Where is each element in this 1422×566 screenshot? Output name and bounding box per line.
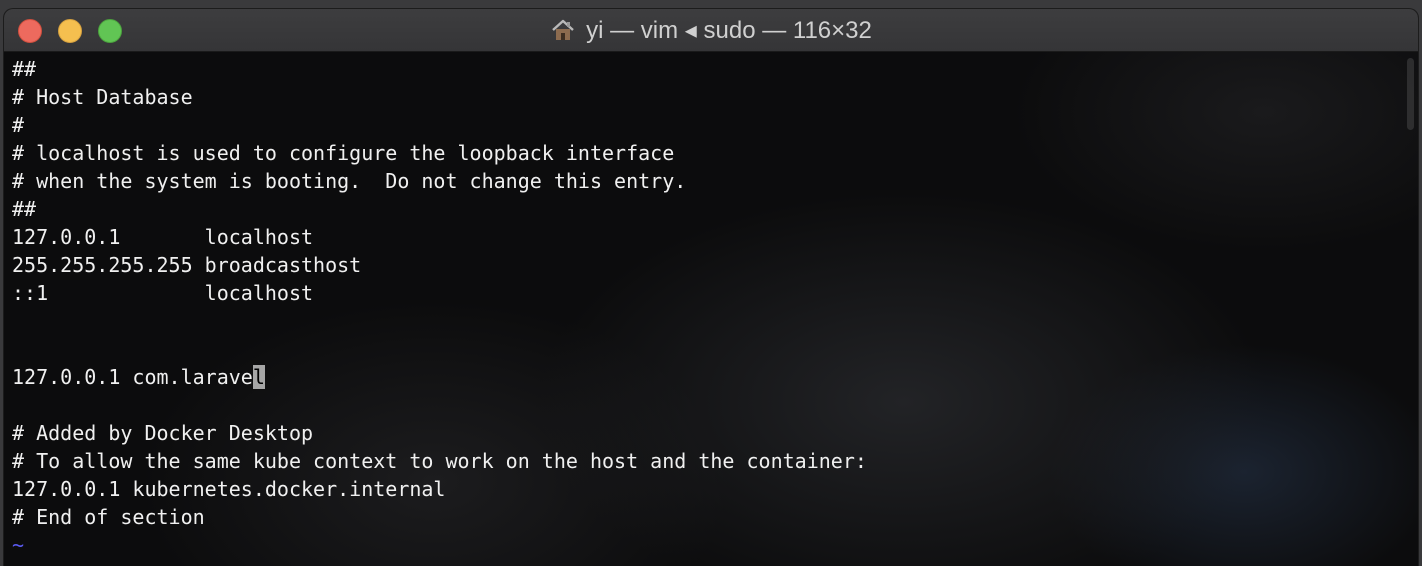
buffer-line-text: 127.0.0.1 com.larave [12,365,253,389]
buffer-line: # localhost is used to configure the loo… [12,141,675,165]
buffer-line: # Host Database [12,85,193,109]
buffer-line: ## [12,197,37,221]
buffer-line [12,307,867,335]
window-title: yi — vim ◂ sudo — 116×32 [586,16,872,44]
vim-buffer[interactable]: ## # Host Database # # localhost is used to… [12,55,867,559]
text-cursor: l [252,365,265,389]
terminal-window: yi — vim ◂ sudo — 116×32 ## # Host Databa… [4,9,1418,566]
buffer-line: # [12,113,25,137]
buffer-line: 127.0.0.1 localhost [12,225,314,249]
buffer-line-cursor: 127.0.0.1 com.laravel [12,363,867,391]
window-title-container: yi — vim ◂ sudo — 116×32 [4,9,1418,51]
buffer-line: 255.255.255.255 broadcasthost [12,253,362,277]
buffer-line: # To allow the same kube context to work… [12,449,867,473]
buffer-line: ## [12,57,37,81]
buffer-line [12,391,867,419]
buffer-line: ::1 localhost [12,281,314,305]
buffer-line: # Added by Docker Desktop [12,421,314,445]
scrollbar[interactable] [1407,58,1414,130]
terminal-content[interactable]: ## # Host Database # # localhost is used to… [4,52,1418,566]
buffer-line: 127.0.0.1 kubernetes.docker.internal [12,477,446,501]
buffer-line [12,335,867,363]
buffer-line: # End of section [12,505,205,529]
empty-line-marker: ~ [12,533,25,557]
title-bar[interactable]: yi — vim ◂ sudo — 116×32 [4,9,1418,52]
home-icon [550,17,576,43]
buffer-line: # when the system is booting. Do not cha… [12,169,687,193]
